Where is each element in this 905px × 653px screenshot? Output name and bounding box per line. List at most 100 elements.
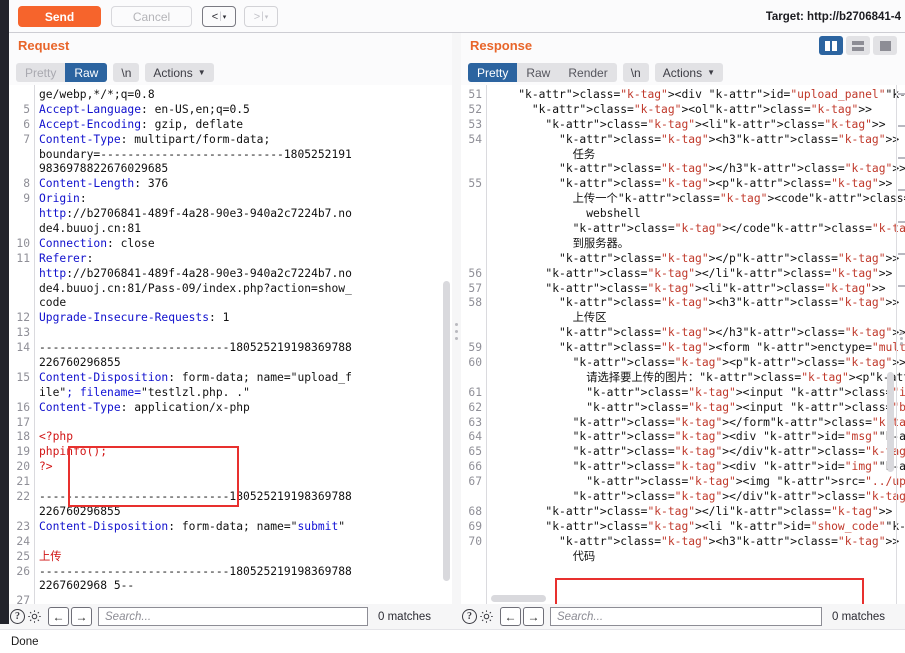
code-line: ge/webp,*/*;q=0.8 bbox=[39, 88, 155, 101]
code-line: http://b2706841-489f-4a28-90e3-940a2c722… bbox=[39, 207, 352, 221]
line-number: 8 bbox=[23, 177, 30, 191]
layout-stacked-button[interactable] bbox=[846, 36, 870, 55]
code-line: 2267602968 5-- bbox=[39, 579, 135, 593]
editor-panes: Request Pretty Raw \n Actions ▼ 5 6 7 8 9 10 1… bbox=[9, 33, 905, 604]
line-number: 62 bbox=[468, 400, 482, 414]
line-number bbox=[9, 579, 30, 594]
request-search-input[interactable]: Search... bbox=[98, 607, 368, 626]
layout-side-by-side-button[interactable] bbox=[819, 36, 843, 55]
request-settings-gear-icon[interactable] bbox=[26, 608, 43, 625]
left-arrow-icon-2: ← bbox=[504, 609, 517, 624]
tab-request-raw[interactable]: Raw bbox=[65, 63, 108, 82]
response-help-icon[interactable]: ? bbox=[461, 608, 478, 625]
request-search-next-button[interactable]: → bbox=[71, 607, 92, 626]
code-line: 代码 bbox=[491, 549, 596, 563]
history-nav-group: < | ▾ > | ▾ bbox=[202, 6, 278, 27]
response-horizontal-scrollbar[interactable] bbox=[491, 595, 546, 602]
line-number: 18 bbox=[16, 430, 30, 444]
code-line: "k-attr">class="k-tag"></form"k-attr">cl… bbox=[572, 415, 905, 429]
request-code[interactable]: ge/webp,*/*;q=0.8 Accept-Language: en-US,… bbox=[35, 85, 452, 604]
layout-single-button[interactable] bbox=[873, 36, 897, 55]
code-line: Content-Disposition: form-data; name="up… bbox=[39, 370, 352, 384]
request-pane: Request Pretty Raw \n Actions ▼ 5 6 7 8 9 10 1… bbox=[9, 33, 452, 604]
response-editor[interactable]: 51 52 53 54 55 56 57 58 59 60 61 62 63 64 65 66 67 68 69 70… bbox=[461, 85, 905, 604]
minimap-tick bbox=[898, 157, 905, 159]
line-number: 53 bbox=[468, 117, 482, 131]
history-back-button[interactable]: < | ▾ bbox=[202, 6, 236, 27]
line-number: 63 bbox=[468, 415, 482, 429]
code-line: Upgrade-Insecure-Requests: 1 bbox=[39, 311, 230, 325]
request-actions-label: Actions bbox=[153, 65, 193, 80]
request-help-icon[interactable]: ? bbox=[9, 608, 26, 625]
line-number bbox=[461, 148, 482, 163]
response-search-prev-button[interactable]: ← bbox=[500, 607, 521, 626]
code-line: "k-attr">class="k-tag"><form "k-attr">en… bbox=[559, 341, 905, 355]
send-button[interactable]: Send bbox=[18, 6, 101, 27]
pane-splitter[interactable] bbox=[452, 33, 461, 604]
code-line: "k-attr">class="k-tag"><img "k-attr">src… bbox=[586, 475, 905, 489]
code-line: boundary=---------------------------1805… bbox=[39, 147, 352, 161]
chevron-down-icon-req-actions: ▼ bbox=[197, 68, 206, 77]
line-number bbox=[9, 222, 30, 237]
line-number bbox=[461, 371, 482, 386]
request-editor[interactable]: 5 6 7 8 9 10 11 12 13 14 15 16 17 18 19 20 21 22 23 24 25 26 2… bbox=[9, 85, 452, 604]
line-number bbox=[9, 505, 30, 520]
line-number: 6 bbox=[23, 117, 30, 131]
request-newline-chip[interactable]: \n bbox=[113, 63, 140, 82]
request-actions-chip[interactable]: Actions ▼ bbox=[145, 63, 214, 82]
line-number: 26 bbox=[16, 564, 30, 578]
response-actions-chip[interactable]: Actions ▼ bbox=[654, 63, 724, 82]
response-vertical-scrollbar[interactable] bbox=[887, 372, 894, 472]
line-number: 14 bbox=[16, 341, 30, 355]
code-line: "k-attr">class="k-tag"></h3"k-attr">clas… bbox=[559, 326, 905, 340]
line-number: 24 bbox=[16, 534, 30, 548]
response-search-input[interactable]: Search... bbox=[550, 607, 822, 626]
burp-repeater-window: Send Cancel < | ▾ > | ▾ Target: http://b… bbox=[0, 0, 905, 653]
request-search-prev-button[interactable]: ← bbox=[48, 607, 69, 626]
code-line: Accept-Language: en-US,en;q=0.5 bbox=[39, 102, 250, 116]
line-number: 27 bbox=[16, 594, 30, 604]
code-line: de4.buuoj.cn:81/Pass-09/index.php?action… bbox=[39, 281, 352, 295]
search-bars: ? ← → Search... 0 matches ? ← → Search..… bbox=[9, 604, 905, 629]
request-vertical-scrollbar[interactable] bbox=[443, 281, 450, 581]
cancel-button[interactable]: Cancel bbox=[111, 6, 192, 27]
response-code[interactable]: "k-attr">class="k-tag"><div "k-attr">id=… bbox=[487, 85, 905, 604]
target-label: Target: http://b2706841-4 bbox=[765, 10, 901, 23]
line-number: 68 bbox=[468, 504, 482, 518]
code-line: "k-attr">class="k-tag"><h3"k-attr">class… bbox=[559, 132, 900, 146]
line-number: 55 bbox=[468, 177, 482, 191]
response-newline-chip[interactable]: \n bbox=[622, 63, 649, 82]
response-settings-gear-icon[interactable] bbox=[478, 608, 495, 625]
code-line: "k-attr">class="k-tag"><p"k-attr">class=… bbox=[572, 356, 905, 370]
line-number: 52 bbox=[468, 102, 482, 116]
tab-response-render[interactable]: Render bbox=[559, 63, 616, 82]
layout-buttons-group bbox=[819, 36, 897, 55]
history-forward-button[interactable]: > | ▾ bbox=[244, 6, 278, 27]
minimap-tick bbox=[898, 253, 905, 255]
code-line: 请选择要上传的图片："k-attr">class="k-tag"><p"k-at… bbox=[491, 370, 905, 384]
line-number bbox=[461, 311, 482, 326]
request-match-count: 0 matches bbox=[378, 610, 432, 623]
code-line: Content-Type: application/x-php bbox=[39, 400, 250, 414]
tab-response-raw[interactable]: Raw bbox=[517, 63, 559, 82]
code-line: "k-attr">class="k-tag"><p"k-attr">class=… bbox=[559, 177, 893, 191]
chevron-down-icon-2: ▾ bbox=[264, 13, 269, 21]
code-line: "k-attr">class="k-tag"></li"k-attr">clas… bbox=[545, 266, 893, 280]
line-number: 15 bbox=[16, 370, 30, 384]
line-number bbox=[461, 252, 482, 267]
minimap-tick bbox=[898, 189, 905, 191]
response-search-next-button[interactable]: → bbox=[523, 607, 544, 626]
request-gutter: 5 6 7 8 9 10 11 12 13 14 15 16 17 18 19 20 21 22 23 24 25 26 2… bbox=[9, 85, 35, 604]
response-minimap-ticks bbox=[896, 85, 905, 604]
splitter-grip-icon bbox=[455, 323, 458, 340]
line-number bbox=[461, 550, 482, 565]
line-number: 25 bbox=[16, 549, 30, 563]
tab-response-pretty[interactable]: Pretty bbox=[468, 63, 518, 82]
code-line: Content-Length: 376 bbox=[39, 177, 169, 191]
tab-request-pretty[interactable]: Pretty bbox=[16, 63, 65, 82]
response-splitter-grip-icon bbox=[900, 332, 903, 345]
line-number: 23 bbox=[16, 519, 30, 533]
line-number: 12 bbox=[16, 311, 30, 325]
